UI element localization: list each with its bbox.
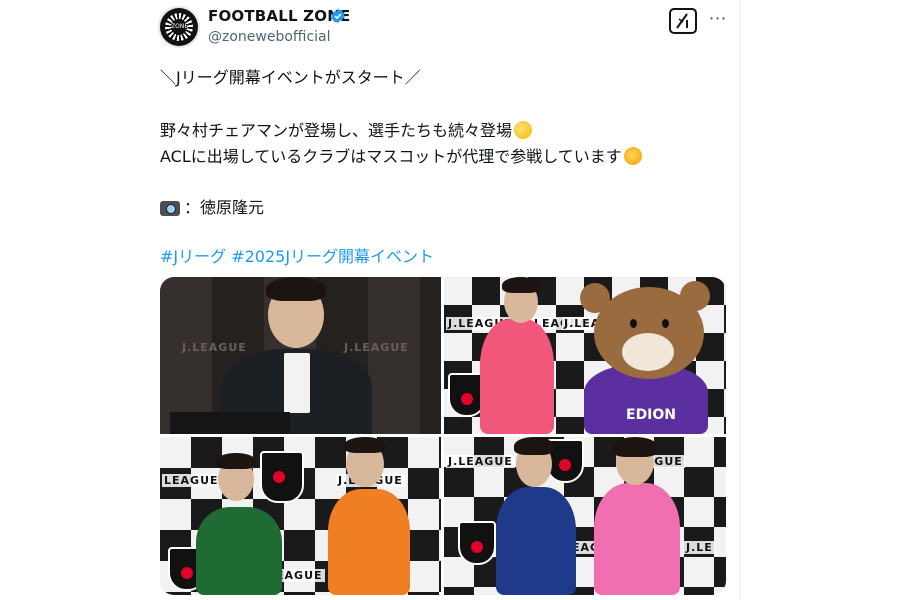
mascot-eye (630, 319, 637, 328)
post-text-line-2-text: 野々村チェアマンが登場し、選手たちも続々登場 (160, 121, 513, 140)
league-shield-logo (458, 521, 496, 565)
avatar-logo: ZONE (171, 19, 188, 35)
post-text-line-3: ACLに出場しているクラブはマスコットが代理で参戦しています (160, 143, 642, 167)
player-hair (344, 437, 386, 453)
mascot-sponsor-text: EDION (626, 407, 677, 423)
player-orange-kit (328, 489, 410, 595)
photo-two-players-blue-pink[interactable]: J.LEAGUE J.LEAGUE LEAGUE J.LE (444, 437, 726, 595)
post-text-line-3-text: ACLに出場しているクラブはマスコットが代理で参戦しています (160, 147, 622, 166)
party-face-emoji (623, 147, 642, 165)
post-text-line-4: ：徳原隆元 (160, 194, 264, 218)
backdrop-logo-text: J.LE (684, 541, 715, 554)
player-blue-kit (496, 487, 576, 595)
mascot-eye (662, 319, 669, 328)
player-hair (502, 277, 540, 293)
player-hair (216, 453, 256, 469)
backdrop-logo-text: J.LEAGUE (344, 341, 409, 354)
player-hair (514, 437, 554, 455)
backdrop-logo-text: J.LEAGUE (446, 455, 515, 468)
post-text-line-1: ＼Jリーグ開幕イベントがスタート／ (160, 68, 421, 87)
photo-credit: ：徳原隆元 (184, 198, 265, 217)
chairman-shirt (284, 353, 310, 413)
hashtags[interactable]: #Jリーグ #2025Jリーグ開幕イベント (160, 243, 434, 267)
mascot-snout (622, 333, 674, 371)
player-green-kit (196, 507, 282, 595)
clapping-hand-emoji (514, 121, 533, 139)
player-pink-kit (594, 483, 680, 595)
camera-emoji (160, 201, 180, 216)
author-handle[interactable]: @zonewebofficial (208, 29, 331, 45)
author-avatar[interactable]: ZONE (160, 8, 198, 46)
photo-player-and-mascot[interactable]: J.LEAGUE LEAGUE J.LEAGUE EDION (444, 277, 726, 434)
player-hair (612, 437, 658, 457)
photo-grid[interactable]: J.LEAGUE J.LEAGUE J.LEAGUE LEAGUE J.LEAG… (160, 277, 726, 595)
backdrop-logo-text: J.LEAGUE (182, 341, 247, 354)
more-options-icon[interactable]: ⋯ (707, 8, 729, 30)
chairman-hair (266, 277, 326, 301)
backdrop-logo-text: LEAGUE (162, 474, 221, 487)
photo-two-players-green-orange[interactable]: LEAGUE J.LEAGUE LEAGUE (160, 437, 441, 595)
league-shield-logo (260, 451, 304, 503)
post-text-line-2: 野々村チェアマンが登場し、選手たちも続々登場 (160, 117, 533, 141)
grok-icon (676, 13, 688, 29)
verified-badge-icon (331, 8, 345, 24)
player-pink-kit (480, 319, 554, 434)
podium (170, 412, 290, 434)
grok-button[interactable] (669, 8, 697, 34)
photo-chairman[interactable]: J.LEAGUE J.LEAGUE (160, 277, 441, 434)
